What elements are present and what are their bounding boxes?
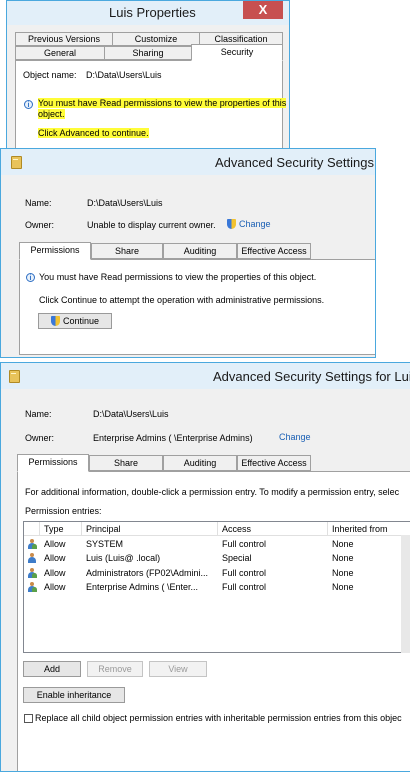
name-label: Name: xyxy=(25,409,52,419)
table-row[interactable]: Allow Luis (Luis@ .local) Special None xyxy=(24,551,410,565)
tab-auditing[interactable]: Auditing xyxy=(163,455,237,471)
view-button[interactable]: View xyxy=(149,661,207,677)
enable-inheritance-button[interactable]: Enable inheritance xyxy=(23,687,125,703)
tab-general[interactable]: General xyxy=(15,46,105,60)
group-icon xyxy=(27,568,37,578)
tab-permissions[interactable]: Permissions xyxy=(17,454,89,472)
column-header-inherited-from[interactable]: Inherited from xyxy=(328,522,410,536)
read-permission-warning-line2: object. xyxy=(38,109,65,119)
table-row[interactable]: Allow SYSTEM Full control None xyxy=(24,537,410,551)
cell-access: Full control xyxy=(222,568,267,578)
read-permission-warning-line1: You must have Read permissions to view t… xyxy=(38,98,287,108)
tab-effective-access[interactable]: Effective Access xyxy=(237,455,311,471)
change-owner-link[interactable]: Change xyxy=(227,219,271,229)
cell-type: Allow xyxy=(44,539,66,549)
close-button[interactable]: X xyxy=(243,1,283,19)
group-icon xyxy=(27,582,37,592)
folder-icon xyxy=(11,156,22,169)
remove-button[interactable]: Remove xyxy=(87,661,143,677)
cell-principal: Enterprise Admins ( \Enter... xyxy=(86,582,199,592)
advanced-titlebar-2: Advanced Security Settings for Luis xyxy=(1,363,410,389)
advanced-title-1: Advanced Security Settings for xyxy=(215,155,376,170)
tab-effective-access[interactable]: Effective Access xyxy=(237,243,311,259)
shield-icon xyxy=(50,316,60,326)
vertical-scrollbar[interactable] xyxy=(401,535,410,653)
column-header-principal[interactable]: Principal xyxy=(82,522,218,536)
tab-auditing[interactable]: Auditing xyxy=(163,243,237,259)
name-value: D:\Data\Users\Luis xyxy=(93,409,169,419)
continue-message: Click Continue to attempt the operation … xyxy=(39,295,325,305)
cell-principal: SYSTEM xyxy=(86,539,124,549)
add-button[interactable]: Add xyxy=(23,661,81,677)
cell-type: Allow xyxy=(44,582,66,592)
tab-customize[interactable]: Customize xyxy=(112,32,200,46)
owner-label: Owner: xyxy=(25,220,55,230)
object-name-label: Object name: xyxy=(23,70,77,80)
continue-button-label: Continue xyxy=(62,316,100,326)
continue-button[interactable]: Continue xyxy=(38,313,112,329)
user-icon xyxy=(27,553,37,563)
info-icon: i xyxy=(26,273,35,282)
cell-principal: Luis (Luis@ .local) xyxy=(86,553,161,563)
name-value: D:\Data\Users\Luis xyxy=(87,198,163,208)
tab-share[interactable]: Share xyxy=(89,455,163,471)
info-icon: i xyxy=(24,100,33,109)
advanced-continue-message: Click Advanced to continue. xyxy=(38,128,149,138)
folder-icon xyxy=(9,370,20,383)
tab-share[interactable]: Share xyxy=(91,243,163,259)
advanced-titlebar-1: Advanced Security Settings for xyxy=(1,149,375,175)
cell-inherited: None xyxy=(332,539,354,549)
table-row[interactable]: Allow Enterprise Admins ( \Enter... Full… xyxy=(24,580,410,594)
change-owner-link[interactable]: Change xyxy=(279,432,311,442)
advanced-security-window-1: Advanced Security Settings for Name: D:\… xyxy=(0,148,376,358)
cell-inherited: None xyxy=(332,553,354,563)
cell-type: Allow xyxy=(44,553,66,563)
read-permission-warning: You must have Read permissions to view t… xyxy=(39,272,317,282)
tab-permissions[interactable]: Permissions xyxy=(19,242,91,260)
name-label: Name: xyxy=(25,198,52,208)
owner-value: Enterprise Admins ( \Enterprise Admins) xyxy=(93,433,253,443)
advanced-security-window-2: Advanced Security Settings for Luis Name… xyxy=(0,362,410,772)
owner-value: Unable to display current owner. xyxy=(87,220,216,230)
properties-title: Luis Properties xyxy=(109,5,196,20)
cell-type: Allow xyxy=(44,568,66,578)
group-icon xyxy=(27,539,37,549)
tab-previous-versions[interactable]: Previous Versions xyxy=(15,32,113,46)
owner-label: Owner: xyxy=(25,433,55,443)
replace-child-permissions-label: Replace all child object permission entr… xyxy=(35,713,402,723)
column-header-access[interactable]: Access xyxy=(218,522,328,536)
advanced-title-2: Advanced Security Settings for Luis xyxy=(213,369,410,384)
properties-titlebar: Luis Properties X xyxy=(7,1,289,25)
info-text: For additional information, double-click… xyxy=(25,487,400,497)
column-header-type[interactable]: Type xyxy=(40,522,82,536)
cell-principal: Administrators (FP02\Admini... xyxy=(86,568,209,578)
cell-inherited: None xyxy=(332,582,354,592)
permission-entries-label: Permission entries: xyxy=(25,506,102,516)
cell-inherited: None xyxy=(332,568,354,578)
cell-access: Full control xyxy=(222,582,267,592)
shield-icon xyxy=(227,219,236,229)
column-header-blank xyxy=(24,522,40,536)
replace-child-permissions-checkbox[interactable] xyxy=(24,714,33,723)
object-name-value: D:\Data\Users\Luis xyxy=(86,70,162,80)
properties-window: Luis Properties X Previous Versions Cust… xyxy=(6,0,290,160)
cell-access: Full control xyxy=(222,539,267,549)
permission-entries-list[interactable]: Type Principal Access Inherited from All… xyxy=(23,521,410,653)
change-link-text: Change xyxy=(239,219,271,229)
cell-access: Special xyxy=(222,553,252,563)
tab-security[interactable]: Security xyxy=(191,44,283,61)
tab-sharing[interactable]: Sharing xyxy=(104,46,192,60)
table-row[interactable]: Allow Administrators (FP02\Admini... Ful… xyxy=(24,566,410,580)
